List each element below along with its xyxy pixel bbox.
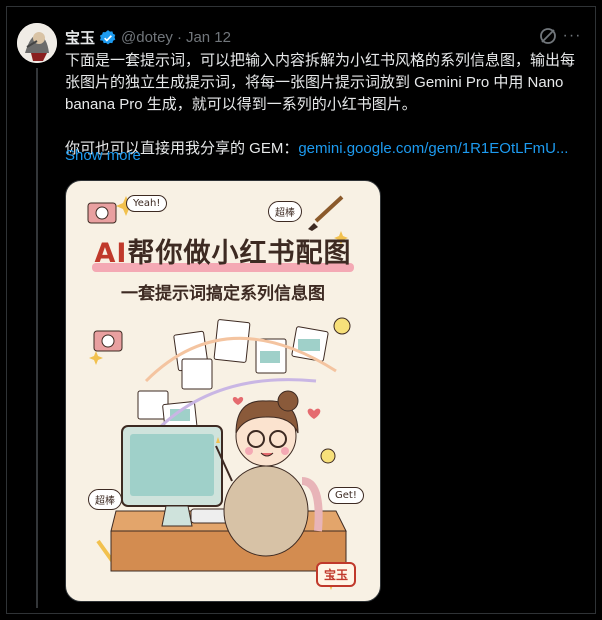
signature-stamp: 宝玉 xyxy=(315,562,356,587)
tweet-paragraph-1: 下面是一套提示词，可以把输入内容拆解为小红书风格的系列信息图，输出每张图片的独立… xyxy=(65,52,576,113)
tweet-paragraph-2: 你可也可以直接用我分享的 GEM：gemini.google.com/gem/1… xyxy=(65,138,575,160)
image-title-rest: 帮你做小红书配图 xyxy=(127,238,352,269)
image-title-ai: AI xyxy=(94,238,128,269)
verified-badge-icon xyxy=(99,29,117,47)
tweet-header: 宝玉 @dotey · Jan 12 xyxy=(65,27,231,48)
more-icon[interactable]: ··· xyxy=(562,26,582,46)
bubble-get: Get! xyxy=(328,487,364,504)
image-subtitle: 一套提示词搞定系列信息图 xyxy=(121,284,325,304)
author-name[interactable]: 宝玉 xyxy=(65,27,95,48)
author-handle[interactable]: @dotey xyxy=(121,29,173,46)
avatar-image xyxy=(17,23,57,63)
separator-dot: · xyxy=(176,29,182,46)
show-more-link[interactable]: Show more xyxy=(65,147,141,164)
image-title: AI帮你做小红书配图 xyxy=(66,231,380,270)
tweet-text: 下面是一套提示词，可以把输入内容拆解为小红书风格的系列信息图，输出每张图片的独立… xyxy=(65,50,575,160)
bubble-chaobang-bottom: 超棒 xyxy=(88,489,122,510)
author-avatar[interactable] xyxy=(17,23,57,63)
tweet-image[interactable]: AI帮你做小红书配图 一套提示词搞定系列信息图 Yeah! 超棒 超棒 Get!… xyxy=(65,180,381,602)
tweet-date[interactable]: Jan 12 xyxy=(186,29,231,46)
bubble-yeah: Yeah! xyxy=(126,195,168,212)
gem-link[interactable]: gemini.google.com/gem/1R1EOtLFmU... xyxy=(298,140,568,157)
bubble-chaobang-top: 超棒 xyxy=(268,201,302,222)
grok-icon[interactable] xyxy=(538,26,558,46)
thread-line xyxy=(36,68,38,608)
